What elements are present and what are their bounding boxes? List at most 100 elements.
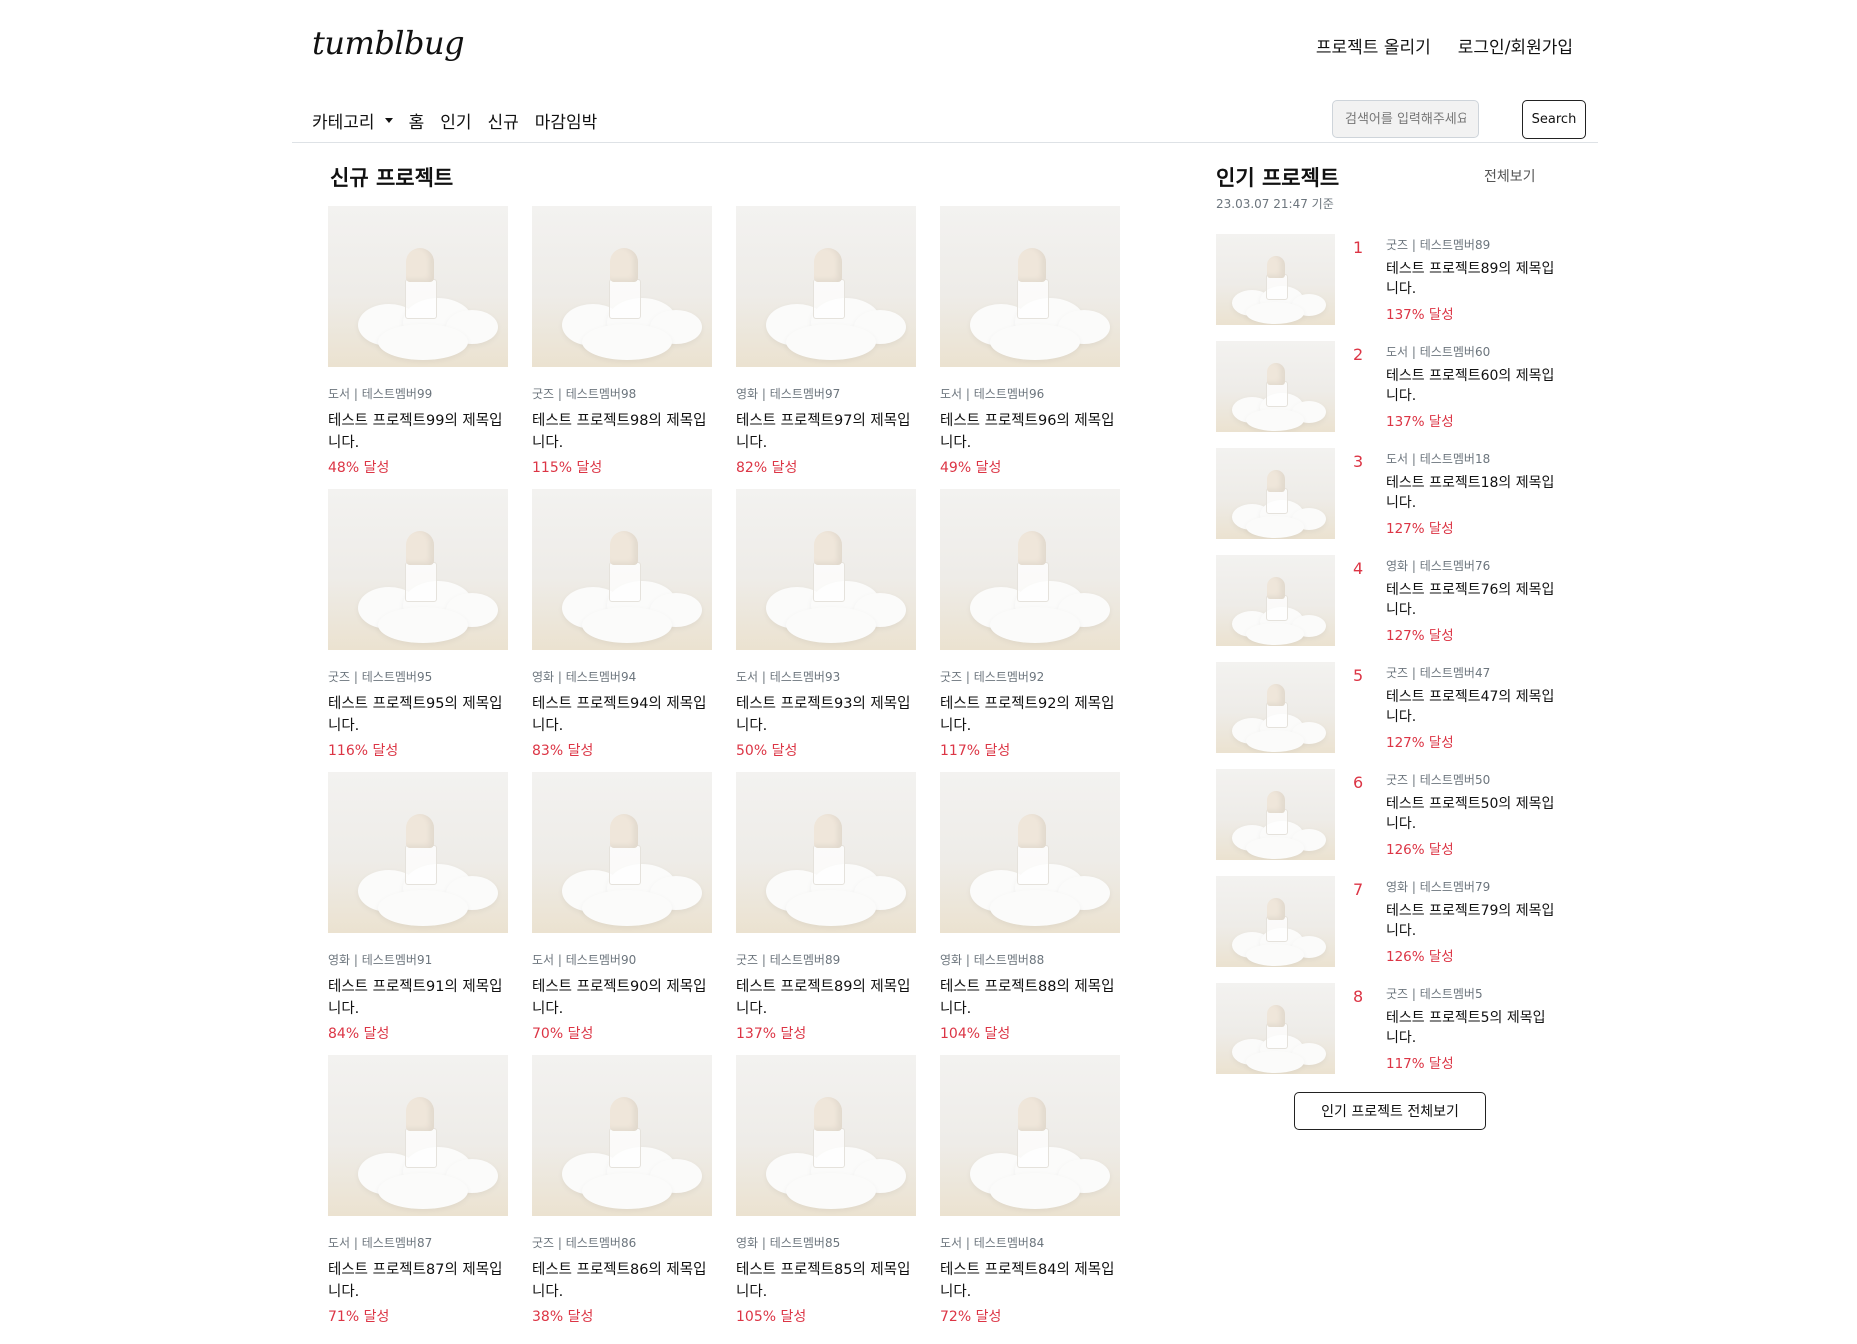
popular-project-item[interactable]: 7 영화 | 테스트멤버79 테스트 프로젝트79의 제목입니다. 126% 달성 xyxy=(1216,876,1554,983)
project-title[interactable]: 테스트 프로젝트89의 제목입니다. xyxy=(1386,259,1556,299)
nav-item-closing-soon[interactable]: 마감임박 xyxy=(535,108,598,133)
project-card[interactable]: 굿즈 | 테스트멤버95 테스트 프로젝트95의 제목입니다. 116% 달성 xyxy=(328,489,508,772)
project-meta: 도서 | 테스트멤버93 xyxy=(736,670,841,684)
project-card[interactable]: 굿즈 | 테스트멤버98 테스트 프로젝트98의 제목입니다. 115% 달성 xyxy=(532,206,712,489)
project-thumbnail[interactable] xyxy=(940,206,1120,367)
project-title[interactable]: 테스트 프로젝트90의 제목입니다. xyxy=(532,976,708,1020)
perfume-bottle xyxy=(1017,845,1049,885)
project-thumbnail[interactable] xyxy=(532,1055,712,1216)
project-card[interactable]: 도서 | 테스트멤버93 테스트 프로젝트93의 제목입니다. 50% 달성 xyxy=(736,489,916,772)
project-thumbnail[interactable] xyxy=(1216,448,1335,539)
project-title[interactable]: 테스트 프로젝트92의 제목입니다. xyxy=(940,693,1116,737)
project-thumbnail[interactable] xyxy=(736,206,916,367)
category-dropdown[interactable]: 카테고리 xyxy=(312,108,393,133)
project-card[interactable]: 도서 | 테스트멤버90 테스트 프로젝트90의 제목입니다. 70% 달성 xyxy=(532,772,712,1055)
project-meta: 굿즈 | 테스트멤버92 xyxy=(940,670,1045,684)
popular-project-item[interactable]: 2 도서 | 테스트멤버60 테스트 프로젝트60의 제목입니다. 137% 달성 xyxy=(1216,341,1554,448)
project-title[interactable]: 테스트 프로젝트18의 제목입니다. xyxy=(1386,473,1556,513)
project-title[interactable]: 테스트 프로젝트89의 제목입니다. xyxy=(736,976,912,1020)
project-title[interactable]: 테스트 프로젝트50의 제목입니다. xyxy=(1386,794,1556,834)
project-thumbnail[interactable] xyxy=(1216,983,1335,1074)
project-title[interactable]: 테스트 프로젝트97의 제목입니다. xyxy=(736,410,912,454)
login-signup-link[interactable]: 로그인/회원가입 xyxy=(1458,33,1573,58)
project-title[interactable]: 테스트 프로젝트95의 제목입니다. xyxy=(328,693,504,737)
project-title[interactable]: 테스트 프로젝트87의 제목입니다. xyxy=(328,1259,504,1303)
project-title[interactable]: 테스트 프로젝트79의 제목입니다. xyxy=(1386,901,1556,941)
popular-rank: 6 xyxy=(1353,773,1364,792)
project-meta: 영화 | 테스트멤버79 xyxy=(1386,880,1491,894)
funding-rate: 38% 달성 xyxy=(532,1309,594,1325)
project-thumbnail[interactable] xyxy=(328,489,508,650)
project-title[interactable]: 테스트 프로젝트76의 제목입니다. xyxy=(1386,580,1556,620)
project-card[interactable]: 도서 | 테스트멤버87 테스트 프로젝트87의 제목입니다. 71% 달성 xyxy=(328,1055,508,1338)
project-title[interactable]: 테스트 프로젝트86의 제목입니다. xyxy=(532,1259,708,1303)
project-thumbnail[interactable] xyxy=(1216,234,1335,325)
perfume-cap xyxy=(814,814,842,848)
funding-rate: 126% 달성 xyxy=(1386,842,1454,858)
project-title[interactable]: 테스트 프로젝트47의 제목입니다. xyxy=(1386,687,1556,727)
main-nav: 카테고리 홈 인기 신규 마감임박 xyxy=(312,108,597,133)
project-thumbnail[interactable] xyxy=(328,1055,508,1216)
tumblbug-logo[interactable]: tumblbug xyxy=(312,24,465,62)
project-thumbnail[interactable] xyxy=(1216,341,1335,432)
project-thumbnail[interactable] xyxy=(328,206,508,367)
project-thumbnail[interactable] xyxy=(1216,769,1335,860)
project-thumbnail[interactable] xyxy=(532,772,712,933)
popular-project-item[interactable]: 5 굿즈 | 테스트멤버47 테스트 프로젝트47의 제목입니다. 127% 달성 xyxy=(1216,662,1554,769)
perfume-bottle xyxy=(813,1128,845,1168)
project-card[interactable]: 굿즈 | 테스트멤버86 테스트 프로젝트86의 제목입니다. 38% 달성 xyxy=(532,1055,712,1338)
project-thumbnail[interactable] xyxy=(736,772,916,933)
popular-project-item[interactable]: 4 영화 | 테스트멤버76 테스트 프로젝트76의 제목입니다. 127% 달성 xyxy=(1216,555,1554,662)
perfume-cap xyxy=(406,814,434,848)
project-card[interactable]: 영화 | 테스트멤버94 테스트 프로젝트94의 제목입니다. 83% 달성 xyxy=(532,489,712,772)
project-title[interactable]: 테스트 프로젝트93의 제목입니다. xyxy=(736,693,912,737)
nav-item-popular[interactable]: 인기 xyxy=(440,108,471,133)
popular-project-item[interactable]: 3 도서 | 테스트멤버18 테스트 프로젝트18의 제목입니다. 127% 달성 xyxy=(1216,448,1554,555)
popular-view-all-link[interactable]: 전체보기 xyxy=(1484,166,1536,186)
cloud-shape xyxy=(1246,302,1304,324)
funding-rate: 83% 달성 xyxy=(532,743,594,759)
project-title[interactable]: 테스트 프로젝트91의 제목입니다. xyxy=(328,976,504,1020)
project-card[interactable]: 영화 | 테스트멤버91 테스트 프로젝트91의 제목입니다. 84% 달성 xyxy=(328,772,508,1055)
project-card[interactable]: 도서 | 테스트멤버96 테스트 프로젝트96의 제목입니다. 49% 달성 xyxy=(940,206,1120,489)
nav-item-home[interactable]: 홈 xyxy=(409,108,425,133)
category-label: 카테고리 xyxy=(312,113,375,133)
project-card[interactable]: 도서 | 테스트멤버99 테스트 프로젝트99의 제목입니다. 48% 달성 xyxy=(328,206,508,489)
project-title[interactable]: 테스트 프로젝트88의 제목입니다. xyxy=(940,976,1116,1020)
project-title[interactable]: 테스트 프로젝트98의 제목입니다. xyxy=(532,410,708,454)
project-card[interactable]: 도서 | 테스트멤버84 테스트 프로젝트84의 제목입니다. 72% 달성 xyxy=(940,1055,1120,1338)
project-thumbnail[interactable] xyxy=(736,1055,916,1216)
project-title[interactable]: 테스트 프로젝트5의 제목입니다. xyxy=(1386,1008,1556,1048)
project-thumbnail[interactable] xyxy=(532,489,712,650)
project-thumbnail[interactable] xyxy=(328,772,508,933)
project-thumbnail[interactable] xyxy=(736,489,916,650)
project-card[interactable]: 굿즈 | 테스트멤버92 테스트 프로젝트92의 제목입니다. 117% 달성 xyxy=(940,489,1120,772)
project-title[interactable]: 테스트 프로젝트96의 제목입니다. xyxy=(940,410,1116,454)
project-title[interactable]: 테스트 프로젝트99의 제목입니다. xyxy=(328,410,504,454)
upload-project-link[interactable]: 프로젝트 올리기 xyxy=(1316,33,1431,58)
project-card[interactable]: 영화 | 테스트멤버88 테스트 프로젝트88의 제목입니다. 104% 달성 xyxy=(940,772,1120,1055)
project-thumbnail[interactable] xyxy=(532,206,712,367)
project-card[interactable]: 영화 | 테스트멤버97 테스트 프로젝트97의 제목입니다. 82% 달성 xyxy=(736,206,916,489)
project-thumbnail[interactable] xyxy=(1216,555,1335,646)
popular-view-all-button[interactable]: 인기 프로젝트 전체보기 xyxy=(1294,1092,1486,1130)
popular-project-text: 굿즈 | 테스트멤버89 테스트 프로젝트89의 제목입니다. 137% 달성 xyxy=(1386,234,1556,323)
nav-item-new[interactable]: 신규 xyxy=(487,108,518,133)
project-title[interactable]: 테스트 프로젝트84의 제목입니다. xyxy=(940,1259,1116,1303)
project-title[interactable]: 테스트 프로젝트94의 제목입니다. xyxy=(532,693,708,737)
popular-project-item[interactable]: 1 굿즈 | 테스트멤버89 테스트 프로젝트89의 제목입니다. 137% 달성 xyxy=(1216,234,1554,341)
project-thumbnail[interactable] xyxy=(940,772,1120,933)
project-thumbnail[interactable] xyxy=(940,1055,1120,1216)
project-title[interactable]: 테스트 프로젝트85의 제목입니다. xyxy=(736,1259,912,1303)
cloud-shape xyxy=(582,324,672,360)
project-card[interactable]: 영화 | 테스트멤버85 테스트 프로젝트85의 제목입니다. 105% 달성 xyxy=(736,1055,916,1338)
project-card[interactable]: 굿즈 | 테스트멤버89 테스트 프로젝트89의 제목입니다. 137% 달성 xyxy=(736,772,916,1055)
search-input[interactable] xyxy=(1332,100,1479,138)
project-thumbnail[interactable] xyxy=(940,489,1120,650)
project-thumbnail[interactable] xyxy=(1216,876,1335,967)
project-title[interactable]: 테스트 프로젝트60의 제목입니다. xyxy=(1386,366,1556,406)
popular-project-item[interactable]: 8 굿즈 | 테스트멤버5 테스트 프로젝트5의 제목입니다. 117% 달성 xyxy=(1216,983,1546,1090)
popular-project-item[interactable]: 6 굿즈 | 테스트멤버50 테스트 프로젝트50의 제목입니다. 126% 달성 xyxy=(1216,769,1554,876)
project-thumbnail[interactable] xyxy=(1216,662,1335,753)
search-button[interactable]: Search xyxy=(1522,100,1586,139)
